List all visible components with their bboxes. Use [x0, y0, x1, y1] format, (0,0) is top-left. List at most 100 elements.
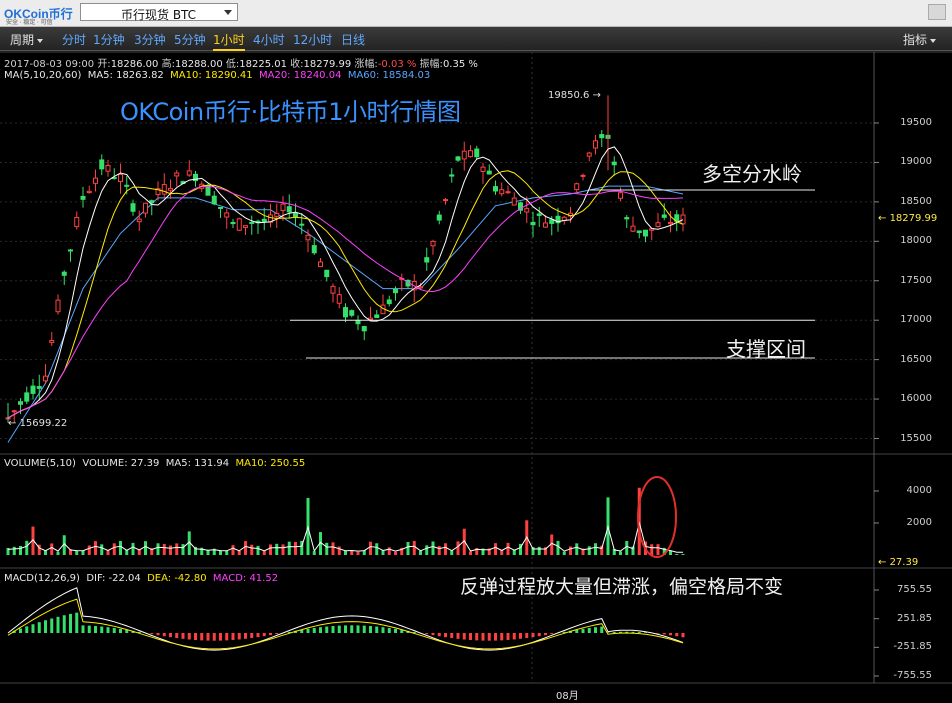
candle-body [36, 386, 42, 389]
candle-body [643, 229, 648, 237]
candle-body [186, 170, 192, 176]
candle-body [30, 385, 36, 394]
candle-body [505, 191, 511, 194]
candle-body [449, 174, 455, 177]
candle-body [124, 184, 130, 187]
candle-body [324, 269, 330, 278]
candle-body [174, 172, 180, 177]
candle-body [118, 173, 123, 182]
amplitude-value: 0.35 % [442, 59, 478, 70]
candle-body [374, 314, 380, 319]
candle-body [511, 197, 517, 206]
macd-tick-label: -251.85 [893, 641, 932, 653]
last-price-tag: ← 18279.99 [878, 213, 938, 224]
candle-body [630, 225, 636, 232]
price-tick-label: 18000 [900, 235, 932, 247]
price-tick-label: 15500 [900, 432, 932, 444]
candle-body [549, 219, 555, 224]
macd-readout: MACD(12,26,9) DIF: -22.04 DEA: -42.80 MA… [4, 573, 278, 584]
open-value: 18286.00 [110, 59, 159, 70]
candle-body [236, 218, 242, 231]
candle-body [274, 212, 280, 217]
candle-body [230, 221, 236, 225]
low-marker: ← 15699.22 [8, 418, 68, 429]
candle-body [130, 203, 136, 212]
price-tick-label: 19000 [900, 156, 932, 168]
candle-body [368, 317, 373, 320]
candle-body [299, 223, 305, 226]
candle-body [418, 286, 423, 289]
price-tick-label: 17000 [900, 314, 932, 326]
ma-label: MA(5,10,20,60) [4, 70, 82, 81]
candle-body [443, 199, 448, 202]
candle-body [330, 285, 336, 294]
candle-body [55, 299, 61, 313]
candle-body [318, 261, 323, 268]
candle-body [243, 225, 248, 228]
volume-last-value: 27.39 [889, 557, 919, 568]
macd-tick-label: 755.55 [897, 584, 932, 595]
candle-body [293, 212, 298, 218]
macd-annotation: 反弹过程放大量但滞涨，偏空格局不变 [460, 576, 784, 598]
volume-tick-label: 2000 [906, 517, 932, 528]
macd-label: MACD(12,26,9) [4, 573, 80, 584]
close-value: 18279.99 [303, 59, 352, 70]
macd-dea: DEA: -42.80 [147, 573, 207, 584]
candle-body [168, 187, 173, 191]
candle-body [261, 218, 267, 223]
candle-body [311, 245, 317, 254]
candle-body [543, 222, 548, 228]
candle-body [655, 222, 661, 228]
change-label: 涨幅: [354, 59, 378, 70]
candle-body [536, 213, 542, 216]
candle-body [624, 217, 630, 220]
price-tick-label: 16000 [900, 393, 932, 405]
candle-body [599, 134, 605, 139]
candle-body [661, 214, 667, 218]
month-label: 08月 [556, 691, 579, 702]
candle-body [524, 208, 530, 213]
macd-dif: DIF: -22.04 [86, 573, 141, 584]
candle-body [493, 186, 498, 192]
macd-tick-label: -755.55 [893, 670, 932, 681]
candle-body [486, 170, 492, 175]
candle-body [455, 156, 461, 161]
candle-body [393, 288, 398, 294]
candle-body [99, 159, 105, 170]
macd-value: MACD: 41.52 [212, 573, 279, 584]
high-label: 高: [161, 59, 175, 70]
ma20-line [7, 185, 684, 419]
candle-body [80, 195, 86, 200]
candle-body [343, 307, 348, 318]
candle-body [136, 218, 142, 223]
price-tick-label: 18500 [900, 195, 932, 207]
high-marker-value: 19850.6 [548, 90, 590, 101]
candle-body [105, 165, 111, 172]
candle-body [436, 214, 442, 221]
candle-body [530, 221, 536, 226]
ma10-line [7, 170, 684, 419]
price-tick-label: 17500 [900, 274, 932, 286]
last-price-value: 18279.99 [889, 213, 938, 224]
price-tick-label: 19500 [900, 117, 932, 128]
candle-body [668, 221, 673, 225]
close-label: 收: [290, 59, 304, 70]
candle-body [249, 221, 255, 224]
candle-body [468, 150, 473, 158]
candle-body [143, 202, 148, 214]
ma5-line [7, 146, 684, 419]
candle-body [430, 240, 436, 247]
candle-body [18, 401, 23, 405]
ohlc-readout: 2017-08-03 09:00 开:18286.00 高:18288.00 低… [4, 55, 478, 70]
candle-body [68, 249, 73, 252]
volume-tick-label: 4000 [906, 485, 932, 496]
ma20-value: MA20: 18240.04 [258, 70, 342, 81]
candle-body [61, 271, 67, 276]
change-value: -0.03 % [377, 59, 417, 70]
candle-body [49, 340, 55, 343]
volume-label: VOLUME(5,10) [4, 458, 76, 469]
low-marker-value: 15699.22 [19, 418, 68, 429]
ma-readout: MA(5,10,20,60) MA5: 18263.82 MA10: 18290… [4, 70, 430, 81]
volume-bars [6, 476, 685, 558]
candle-body [24, 392, 30, 402]
